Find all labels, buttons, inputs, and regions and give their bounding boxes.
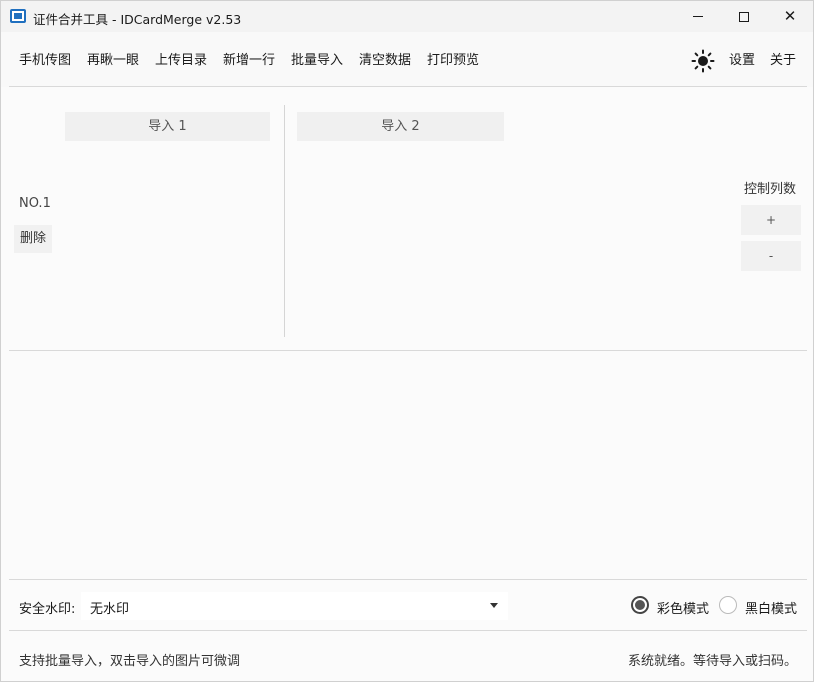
title-bar[interactable]: 证件合并工具 - IDCardMerge v2.53 ✕ [1,1,813,32]
window-title: 证件合并工具 - IDCardMerge v2.53 [33,12,242,27]
delete-row-button[interactable]: 删除 [14,225,52,253]
batch-import-button[interactable]: 批量导入 [287,47,347,75]
color-mode-radio[interactable] [631,596,649,614]
maximize-button[interactable] [721,1,767,32]
chevron-down-icon [490,603,498,608]
status-divider [9,630,807,631]
color-mode-label[interactable]: 彩色模式 [657,598,709,617]
remove-column-button[interactable]: - [741,241,801,271]
column-divider [284,105,285,337]
options-divider [9,579,807,580]
preview-again-button[interactable]: 再瞅一眼 [83,47,143,75]
status-text: 系统就绪。等待导入或扫码。 [628,654,798,669]
maximize-icon [739,11,749,22]
minimize-button[interactable] [675,1,721,32]
upload-directory-button[interactable]: 上传目录 [151,47,211,75]
print-preview-button[interactable]: 打印预览 [423,47,483,75]
toolbar-divider [9,86,807,87]
hint-text: 支持批量导入，双击导入的图片可微调 [19,654,241,669]
row-label: NO.1 [19,196,51,211]
phone-upload-button[interactable]: 手机传图 [15,47,75,75]
watermark-select[interactable]: 无水印 [81,592,508,620]
add-row-button[interactable]: 新增一行 [219,47,279,75]
settings-button[interactable]: 设置 [725,47,759,75]
sun-icon[interactable] [691,49,715,73]
minimize-icon [693,16,703,17]
close-button[interactable]: ✕ [767,1,813,32]
column-control-label: 控制列数 [744,182,797,197]
app-window: 证件合并工具 - IDCardMerge v2.53 ✕ 手机传图 再瞅一眼 上… [0,0,814,682]
import-column-2-button[interactable]: 导入 2 [297,112,504,141]
about-button[interactable]: 关于 [766,47,800,75]
watermark-label: 安全水印: [19,602,76,617]
grid-divider [9,350,807,351]
id-card-icon [10,9,26,23]
add-column-button[interactable]: + [741,205,801,235]
close-icon: ✕ [783,7,797,25]
bw-mode-label[interactable]: 黑白模式 [745,598,797,617]
watermark-selected-value: 无水印 [90,602,130,617]
import-column-1-button[interactable]: 导入 1 [65,112,270,141]
clear-data-button[interactable]: 清空数据 [355,47,415,75]
bw-mode-radio[interactable] [719,596,737,614]
